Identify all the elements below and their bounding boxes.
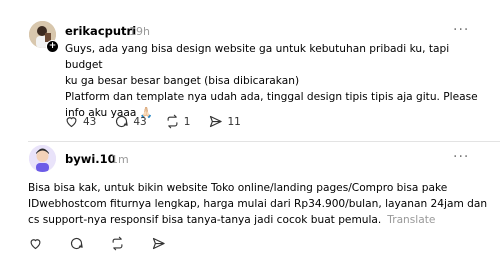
repost-button[interactable] xyxy=(110,236,129,251)
send-icon xyxy=(152,237,165,250)
comment-icon xyxy=(116,115,129,128)
share-count: 11 xyxy=(227,115,241,128)
post-text: Bisa bisa kak, untuk bikin website Toko … xyxy=(28,180,488,228)
avatar-cartoon-icon xyxy=(29,145,56,172)
follow-badge[interactable]: + xyxy=(46,40,59,53)
like-button[interactable] xyxy=(28,236,47,251)
repost-icon xyxy=(167,114,178,129)
heart-icon xyxy=(66,117,77,128)
post-time: 19h xyxy=(129,25,150,38)
share-button[interactable] xyxy=(151,236,170,251)
comment-button[interactable]: 43 xyxy=(114,114,147,129)
avatar[interactable] xyxy=(29,145,56,172)
repost-icon xyxy=(112,236,123,251)
repost-button[interactable]: 1 xyxy=(165,114,191,129)
translate-link[interactable]: Translate xyxy=(387,214,435,226)
comment-count: 43 xyxy=(133,115,147,128)
comment-icon xyxy=(70,237,83,250)
like-button[interactable]: 43 xyxy=(64,114,96,129)
repost-count: 1 xyxy=(183,115,191,128)
like-count: 43 xyxy=(83,115,97,128)
username[interactable]: bywi.10 xyxy=(65,152,116,166)
post-divider xyxy=(28,141,500,142)
post-actions xyxy=(28,236,188,251)
post-time: 1m xyxy=(111,153,129,166)
more-options-button[interactable]: ··· xyxy=(453,22,469,38)
username[interactable]: erikacputri xyxy=(65,24,136,38)
post-text: Guys, ada yang bisa design website ga un… xyxy=(65,43,478,119)
heart-icon xyxy=(30,239,41,250)
post-actions: 43 43 1 11 xyxy=(64,114,259,129)
share-button[interactable]: 11 xyxy=(208,114,241,129)
more-options-button[interactable]: ··· xyxy=(453,149,469,165)
comment-button[interactable] xyxy=(69,236,88,251)
send-icon xyxy=(210,115,223,128)
